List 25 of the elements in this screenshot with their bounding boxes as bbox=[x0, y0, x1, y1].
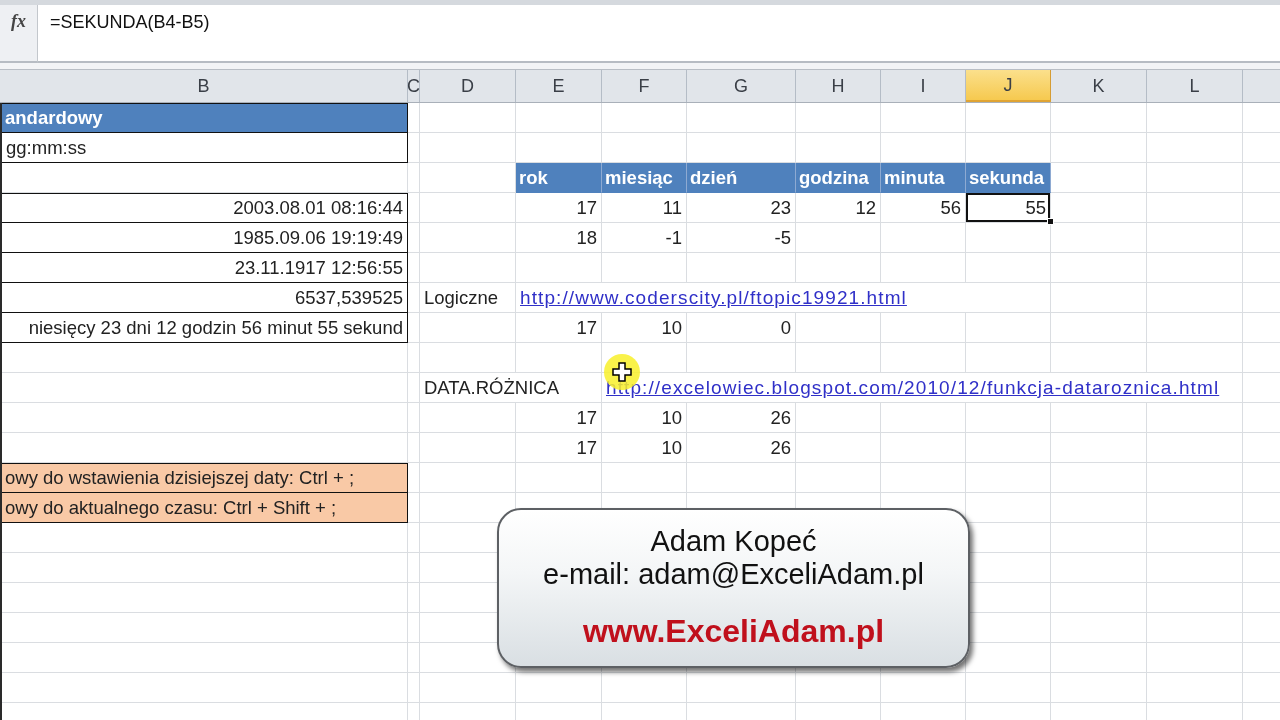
formula-field[interactable]: =SEKUNDA(B4-B5) bbox=[38, 5, 1280, 63]
table-cell: niesięcy 23 dni 12 godzin 56 minut 55 sekund bbox=[2, 313, 408, 343]
table-header-cell: minuta bbox=[881, 163, 966, 193]
table-cell: 2003.08.01 08:16:44 bbox=[2, 193, 408, 223]
note-cell: owy do wstawienia dzisiejszej daty: Ctrl + ; bbox=[2, 463, 408, 493]
table-header-cell: andardowy bbox=[2, 103, 408, 133]
author-name: Adam Kopeć bbox=[650, 525, 817, 558]
table-cell: 23.11.1917 12:56:55 bbox=[2, 253, 408, 283]
table-header-cell: miesiąc bbox=[602, 163, 687, 193]
note-cell: owy do aktualnego czasu: Ctrl + Shift + ; bbox=[2, 493, 408, 523]
column-header[interactable]: J bbox=[966, 70, 1051, 102]
table-header-cell: dzień bbox=[687, 163, 796, 193]
website-text: www.ExceliAdam.pl bbox=[582, 613, 885, 649]
column-header[interactable]: C bbox=[408, 70, 420, 102]
table-cell: 1985.09.06 19:19:49 bbox=[2, 223, 408, 253]
table-header-cell: rok bbox=[516, 163, 602, 193]
table-cell: gg:mm:ss bbox=[2, 133, 408, 163]
insert-function-button[interactable]: fx bbox=[0, 5, 38, 63]
table-cell: 6537,539525 bbox=[2, 283, 408, 313]
table-header-cell: godzina bbox=[796, 163, 881, 193]
link[interactable]: http://www.coderscity.pl/ftopic19921.html bbox=[520, 286, 907, 309]
table-cell: 55 bbox=[966, 193, 1051, 223]
table-header-cell: sekunda bbox=[966, 163, 1051, 193]
fill-handle[interactable] bbox=[1047, 218, 1054, 225]
email-text: e-mail: adam@ExceliAdam.pl bbox=[543, 558, 924, 591]
